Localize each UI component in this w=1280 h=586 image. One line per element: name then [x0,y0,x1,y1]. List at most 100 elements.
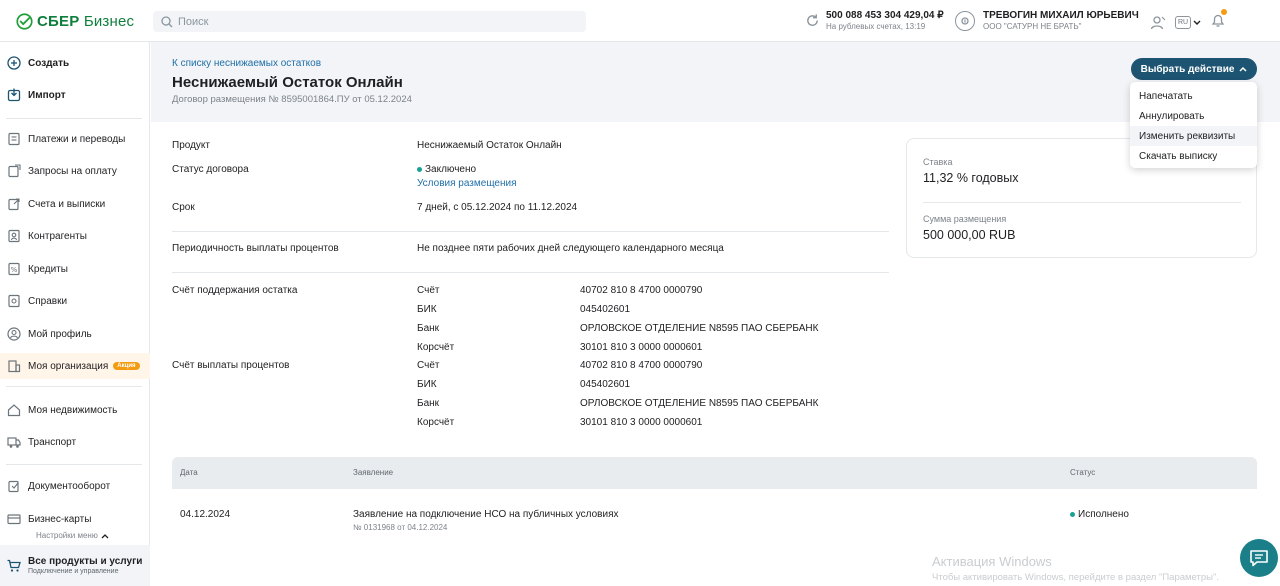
sidebar-item-label: Контрагенты [28,230,87,242]
users-icon[interactable] [1150,15,1166,31]
payout-bank-key: Банк [417,398,440,409]
payout-account-key: Счёт [417,360,440,371]
all-products-title: Все продукты и услуги [28,556,143,567]
select-action-label: Выбрать действие [1140,63,1235,75]
logo[interactable]: СБЕР Бизнес [16,12,134,30]
language-selector[interactable]: RU [1175,16,1201,29]
search-placeholder: Поиск [178,15,209,28]
periodicity-label: Периодичность выплаты процентов [172,243,339,254]
windows-activation-watermark: Активация Windows Чтобы активировать Win… [932,554,1219,583]
status-dot [417,166,422,172]
select-action-button[interactable]: Выбрать действие [1131,58,1257,80]
payout-corr-value: 30101 810 3 0000 0000601 [580,417,703,428]
organization-icon [8,360,21,373]
divider [172,272,889,273]
refresh-icon[interactable] [805,13,820,28]
sidebar-item-label: Справки [28,295,68,307]
back-link[interactable]: К списку неснижаемых остатков [172,58,321,69]
action-dropdown: Напечатать Аннулировать Изменить реквизи… [1130,82,1257,168]
sidebar-item-certificates[interactable]: Справки [0,288,150,314]
sidebar-item-label: Бизнес-карты [28,513,92,525]
support-bik-value: 045402601 [580,304,631,315]
sidebar-item-documents[interactable]: Документооборот [0,473,150,499]
sidebar-item-label: Документооборот [28,480,111,492]
support-corr-value: 30101 810 3 0000 0000601 [580,342,703,353]
sidebar-item-profile[interactable]: Мой профиль [0,321,150,347]
menu-item-cancel[interactable]: Аннулировать [1130,106,1257,126]
support-bik-key: БИК [417,304,437,315]
import-button[interactable]: Импорт [0,82,150,108]
amount-label: Сумма размещения [923,214,1007,224]
status-label: Статус договора [172,164,249,175]
menu-item-download-statement[interactable]: Скачать выписку [1130,146,1257,166]
top-icons: RU [1150,9,1228,33]
create-button[interactable]: Создать [0,50,150,76]
business-cards-icon [7,514,21,525]
support-bank-value: ОРЛОВСКОЕ ОТДЕЛЕНИЕ N8595 ПАО СБЕРБАНК [580,323,819,334]
page-title: Неснижаемый Остаток Онлайн [172,74,403,91]
contractors-icon [8,229,20,243]
status-dot [1070,511,1075,517]
chat-icon [1250,550,1268,567]
sidebar-item-credits[interactable]: % Кредиты [0,256,150,282]
sidebar-item-organization[interactable]: Моя организация Акция [0,353,150,379]
real-estate-icon [7,404,21,417]
column-header-statement: Заявление [353,468,394,477]
create-label: Создать [28,57,70,69]
sidebar-item-transport[interactable]: Транспорт [0,429,150,455]
row-status: Исполнено [1070,509,1129,520]
placement-terms-link[interactable]: Условия размещения [417,178,517,189]
menu-settings-label: Настройки меню [36,531,98,540]
main-content: К списку неснижаемых остатков Неснижаемы… [151,42,1280,586]
table-row[interactable]: 04.12.2024 Заявление на подключение НСО … [172,489,1257,534]
menu-item-change-details[interactable]: Изменить реквизиты [1130,126,1257,146]
menu-item-print[interactable]: Напечатать [1130,86,1257,106]
payment-requests-icon [8,164,21,178]
user-name: ТРЕВОГИН МИХАИЛ ЮРЬЕВИЧ [983,10,1139,21]
user-widget[interactable]: ТРЕВОГИН МИХАИЛ ЮРЬЕВИЧ ООО "САТУРН НЕ Б… [955,10,1139,31]
top-bar: СБЕР Бизнес Поиск 500 088 453 304 429,04… [0,0,1280,42]
statements-table: Дата Заявление Статус 04.12.2024 Заявлен… [172,457,1257,534]
payout-account-value: 40702 810 8 4700 0000790 [580,360,703,371]
column-header-date: Дата [180,468,198,477]
documents-icon [8,480,19,493]
product-label: Продукт [172,140,210,151]
sidebar-item-business-cards[interactable]: Бизнес-карты [0,506,150,532]
sidebar-item-payment-requests[interactable]: Запросы на оплату [0,158,150,184]
chevron-up-icon [1239,66,1247,72]
sidebar-item-payments[interactable]: Платежи и переводы [0,126,150,152]
all-products-sub: Подключение и управление [28,568,119,575]
sidebar: Создать Импорт Платежи и переводы Запрос… [0,42,150,586]
divider [172,231,889,232]
sidebar-item-label: Запросы на оплату [28,165,117,177]
balance-widget[interactable]: 500 088 453 304 429,04 ₽ На рублевых сче… [805,10,944,31]
payments-icon [8,132,20,146]
card-divider [923,202,1241,203]
sidebar-item-label: Моя организация [28,360,109,372]
row-statement-sub: № 0131968 от 04.12.2024 [353,523,448,532]
sidebar-item-accounts[interactable]: Счета и выписки [0,191,150,217]
chat-button[interactable] [1240,539,1278,577]
sidebar-item-contractors[interactable]: Контрагенты [0,223,150,249]
org-avatar-icon [955,10,975,31]
accounts-icon [8,198,20,211]
sidebar-divider [6,118,142,119]
rate-label: Ставка [923,157,953,167]
amount-value: 500 000,00 RUB [923,228,1016,242]
sidebar-item-label: Платежи и переводы [28,133,126,145]
search-input[interactable]: Поиск [153,11,586,32]
watermark-title: Активация Windows [932,554,1052,569]
chevron-down-icon [1193,20,1201,25]
sidebar-item-label: Транспорт [28,436,77,448]
status-value: Заключено [417,164,476,175]
term-label: Срок [172,202,195,213]
menu-settings-button[interactable]: Настройки меню [36,531,109,540]
svg-text:%: % [11,266,18,274]
notifications-button[interactable] [1210,9,1228,33]
sidebar-item-real-estate[interactable]: Моя недвижимость [0,397,150,423]
all-products-button[interactable]: Все продукты и услуги Подключение и упра… [0,545,150,586]
balance-amount: 500 088 453 304 429,04 ₽ [826,10,944,21]
column-header-status: Статус [1070,468,1096,477]
import-label: Импорт [28,89,66,101]
support-account-value: 40702 810 8 4700 0000790 [580,285,703,296]
